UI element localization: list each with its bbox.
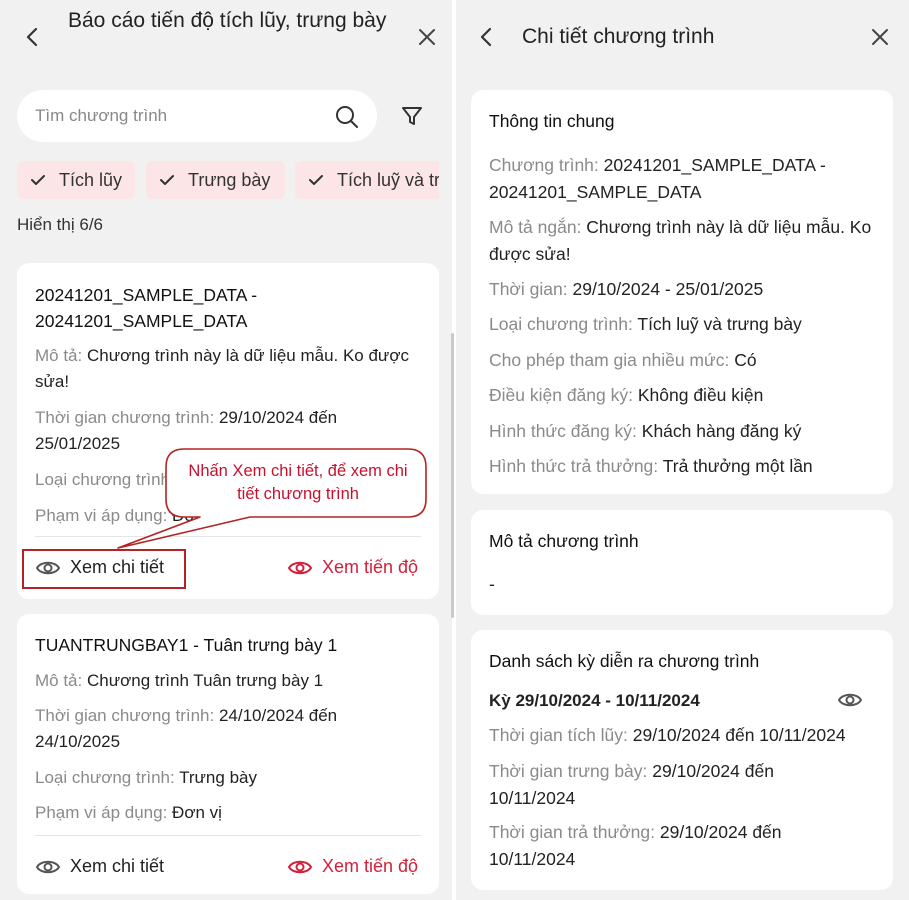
divider — [35, 536, 421, 537]
field-value: 29/10/2024 - 25/01/2025 — [572, 279, 764, 299]
card-time: Thời gian chương trình: 29/10/2024 đến 2… — [35, 405, 425, 457]
field-label: Hình thức đăng ký: — [489, 421, 637, 441]
callout-text: Nhấn Xem chi tiết, để xem chi tiết chươn… — [188, 462, 408, 503]
view-detail-highlight — [22, 549, 186, 589]
check-icon — [309, 175, 323, 185]
registration-form-field: Hình thức đăng ký: Khách hàng đăng ký — [489, 418, 881, 445]
field-value: Đơn vị — [172, 803, 222, 822]
close-icon[interactable] — [414, 24, 440, 50]
card-scope: Phạm vi áp dụng: Đơn vị — [35, 503, 425, 529]
accumulation-time: Thời gian tích lũy: 29/10/2024 đến 10/11… — [489, 722, 881, 749]
field-label: Thời gian trưng bày: — [489, 761, 648, 781]
field-label: Mô tả ngắn: — [489, 217, 582, 237]
general-info-card: Thông tin chung Chương trình: 20241201_S… — [471, 90, 893, 494]
field-label: Thời gian: — [489, 279, 568, 299]
search-icon[interactable] — [333, 103, 361, 131]
field-label: Cho phép tham gia nhiều mức: — [489, 350, 730, 370]
section-heading: Thông tin chung — [489, 111, 615, 131]
multi-level-field: Cho phép tham gia nhiều mức: Có — [489, 347, 881, 374]
filter-icon[interactable] — [398, 102, 426, 130]
field-label: Mô tả: — [35, 671, 83, 690]
eye-icon — [288, 860, 312, 873]
section-heading: Danh sách kỳ diễn ra chương trình — [489, 651, 760, 671]
condition-field: Điều kiện đăng ký: Không điều kiện — [489, 382, 881, 409]
field-label: Chương trình: — [489, 155, 599, 175]
field-label: Phạm vi áp dụng: — [35, 506, 168, 525]
field-label: Điều kiện đăng ký: — [489, 385, 633, 405]
card-description: Mô tả: Chương trình Tuân trưng bày 1 — [35, 668, 425, 694]
field-label: Thời gian chương trình: — [35, 408, 215, 427]
field-value: Tích luỹ và trưng bày — [637, 314, 802, 334]
type-field: Loại chương trình: Tích luỹ và trưng bày — [489, 311, 881, 338]
field-value: Trưng bày — [179, 768, 257, 787]
chip-trung-bay[interactable]: Trưng bày — [146, 161, 285, 199]
back-icon[interactable] — [472, 24, 500, 50]
eye-icon — [36, 860, 60, 873]
short-desc-field: Mô tả ngắn: Chương trình này là dữ liệu … — [489, 214, 881, 268]
view-progress-button[interactable]: Xem tiến độ — [288, 856, 418, 877]
field-label: Loại chương trình: — [35, 470, 175, 489]
description-value: - — [489, 574, 495, 594]
eye-icon[interactable] — [836, 689, 864, 711]
view-detail-button[interactable]: Xem chi tiết — [36, 856, 164, 877]
field-value: 29/10/2024 đến 10/11/2024 — [632, 725, 846, 745]
field-label: Phạm vi áp dụng: — [35, 803, 168, 822]
search-input[interactable]: Tìm chương trình — [35, 106, 167, 126]
field-label: Mô tả: — [35, 346, 83, 365]
page-title: Chi tiết chương trình — [522, 25, 715, 48]
field-label: Thời gian chương trình: — [35, 706, 215, 725]
scrollbar[interactable] — [451, 333, 454, 618]
display-time: Thời gian trưng bày: 29/10/2024 đến 10/1… — [489, 758, 819, 812]
search-box[interactable]: Tìm chương trình — [17, 90, 377, 142]
divider — [35, 835, 421, 836]
field-value: Chương trình này là dữ liệu mẫu. Ko được… — [35, 346, 409, 391]
chip-label: Trưng bày — [188, 169, 271, 190]
chip-tich-luy[interactable]: Tích lũy — [17, 161, 135, 199]
field-label: Loại chương trình: — [35, 768, 175, 787]
card-time: Thời gian chương trình: 24/10/2024 đến 2… — [35, 703, 425, 755]
periods-card: Danh sách kỳ diễn ra chương trình Kỳ 29/… — [471, 630, 893, 890]
left-panel: Báo cáo tiến độ tích lũy, trưng bày Tìm … — [0, 0, 452, 900]
field-label: Loại chương trình: — [489, 314, 633, 334]
field-label: Thời gian tích lũy: — [489, 725, 628, 745]
field-value: Có — [734, 350, 757, 370]
field-value: Khách hàng đăng ký — [641, 421, 802, 441]
card-type: Loại chương trình: Trưng bày — [35, 765, 425, 791]
check-icon — [160, 175, 174, 185]
field-value: Chương trình Tuân trưng bày 1 — [86, 671, 324, 690]
filter-chips: Tích lũy Trưng bày Tích luỹ và trưng bày — [17, 161, 439, 199]
field-value: Đơn vị — [172, 506, 222, 525]
chip-label: Tích lũy — [59, 169, 123, 190]
field-value: Trả thưởng một lần — [662, 456, 813, 476]
back-icon[interactable] — [18, 24, 46, 50]
reward-form-field: Hình thức trả thưởng: Trả thưởng một lần — [489, 453, 881, 480]
period-title: Kỳ 29/10/2024 - 10/11/2024 — [489, 691, 700, 710]
eye-icon — [288, 561, 312, 574]
field-label: Hình thức trả thưởng: — [489, 456, 659, 476]
chip-tich-luy-va-trung-bay[interactable]: Tích luỹ và trưng bày — [295, 161, 439, 199]
section-heading: Mô tả chương trình — [489, 531, 639, 551]
right-panel: Chi tiết chương trình Thông tin chung Ch… — [456, 0, 909, 900]
program-field: Chương trình: 20241201_SAMPLE_DATA - 202… — [489, 152, 881, 206]
card-title: 20241201_SAMPLE_DATA - 20241201_SAMPLE_D… — [35, 285, 258, 331]
field-value: Không điều kiện — [637, 385, 764, 405]
card-scope: Phạm vi áp dụng: Đơn vị — [35, 800, 425, 826]
view-progress-button[interactable]: Xem tiến độ — [288, 557, 418, 578]
button-label: Xem tiến độ — [322, 856, 419, 876]
chip-label: Tích luỹ và trưng bày — [337, 169, 439, 190]
result-count: Hiển thị 6/6 — [17, 215, 103, 234]
button-label: Xem tiến độ — [322, 557, 419, 577]
page-title: Báo cáo tiến độ tích lũy, trưng bày — [68, 9, 387, 32]
description-card: Mô tả chương trình - — [471, 510, 893, 615]
program-card[interactable]: TUANTRUNGBAY1 - Tuân trưng bày 1 Mô tả: … — [17, 614, 439, 894]
reward-time: Thời gian trả thưởng: 29/10/2024 đến 10/… — [489, 819, 819, 873]
card-description: Mô tả: Chương trình này là dữ liệu mẫu. … — [35, 343, 425, 395]
close-icon[interactable] — [867, 24, 893, 50]
check-icon — [31, 175, 45, 185]
card-title: TUANTRUNGBAY1 - Tuân trưng bày 1 — [35, 635, 338, 655]
button-label: Xem chi tiết — [70, 856, 165, 876]
field-label: Thời gian trả thưởng: — [489, 822, 655, 842]
time-field: Thời gian: 29/10/2024 - 25/01/2025 — [489, 276, 881, 303]
